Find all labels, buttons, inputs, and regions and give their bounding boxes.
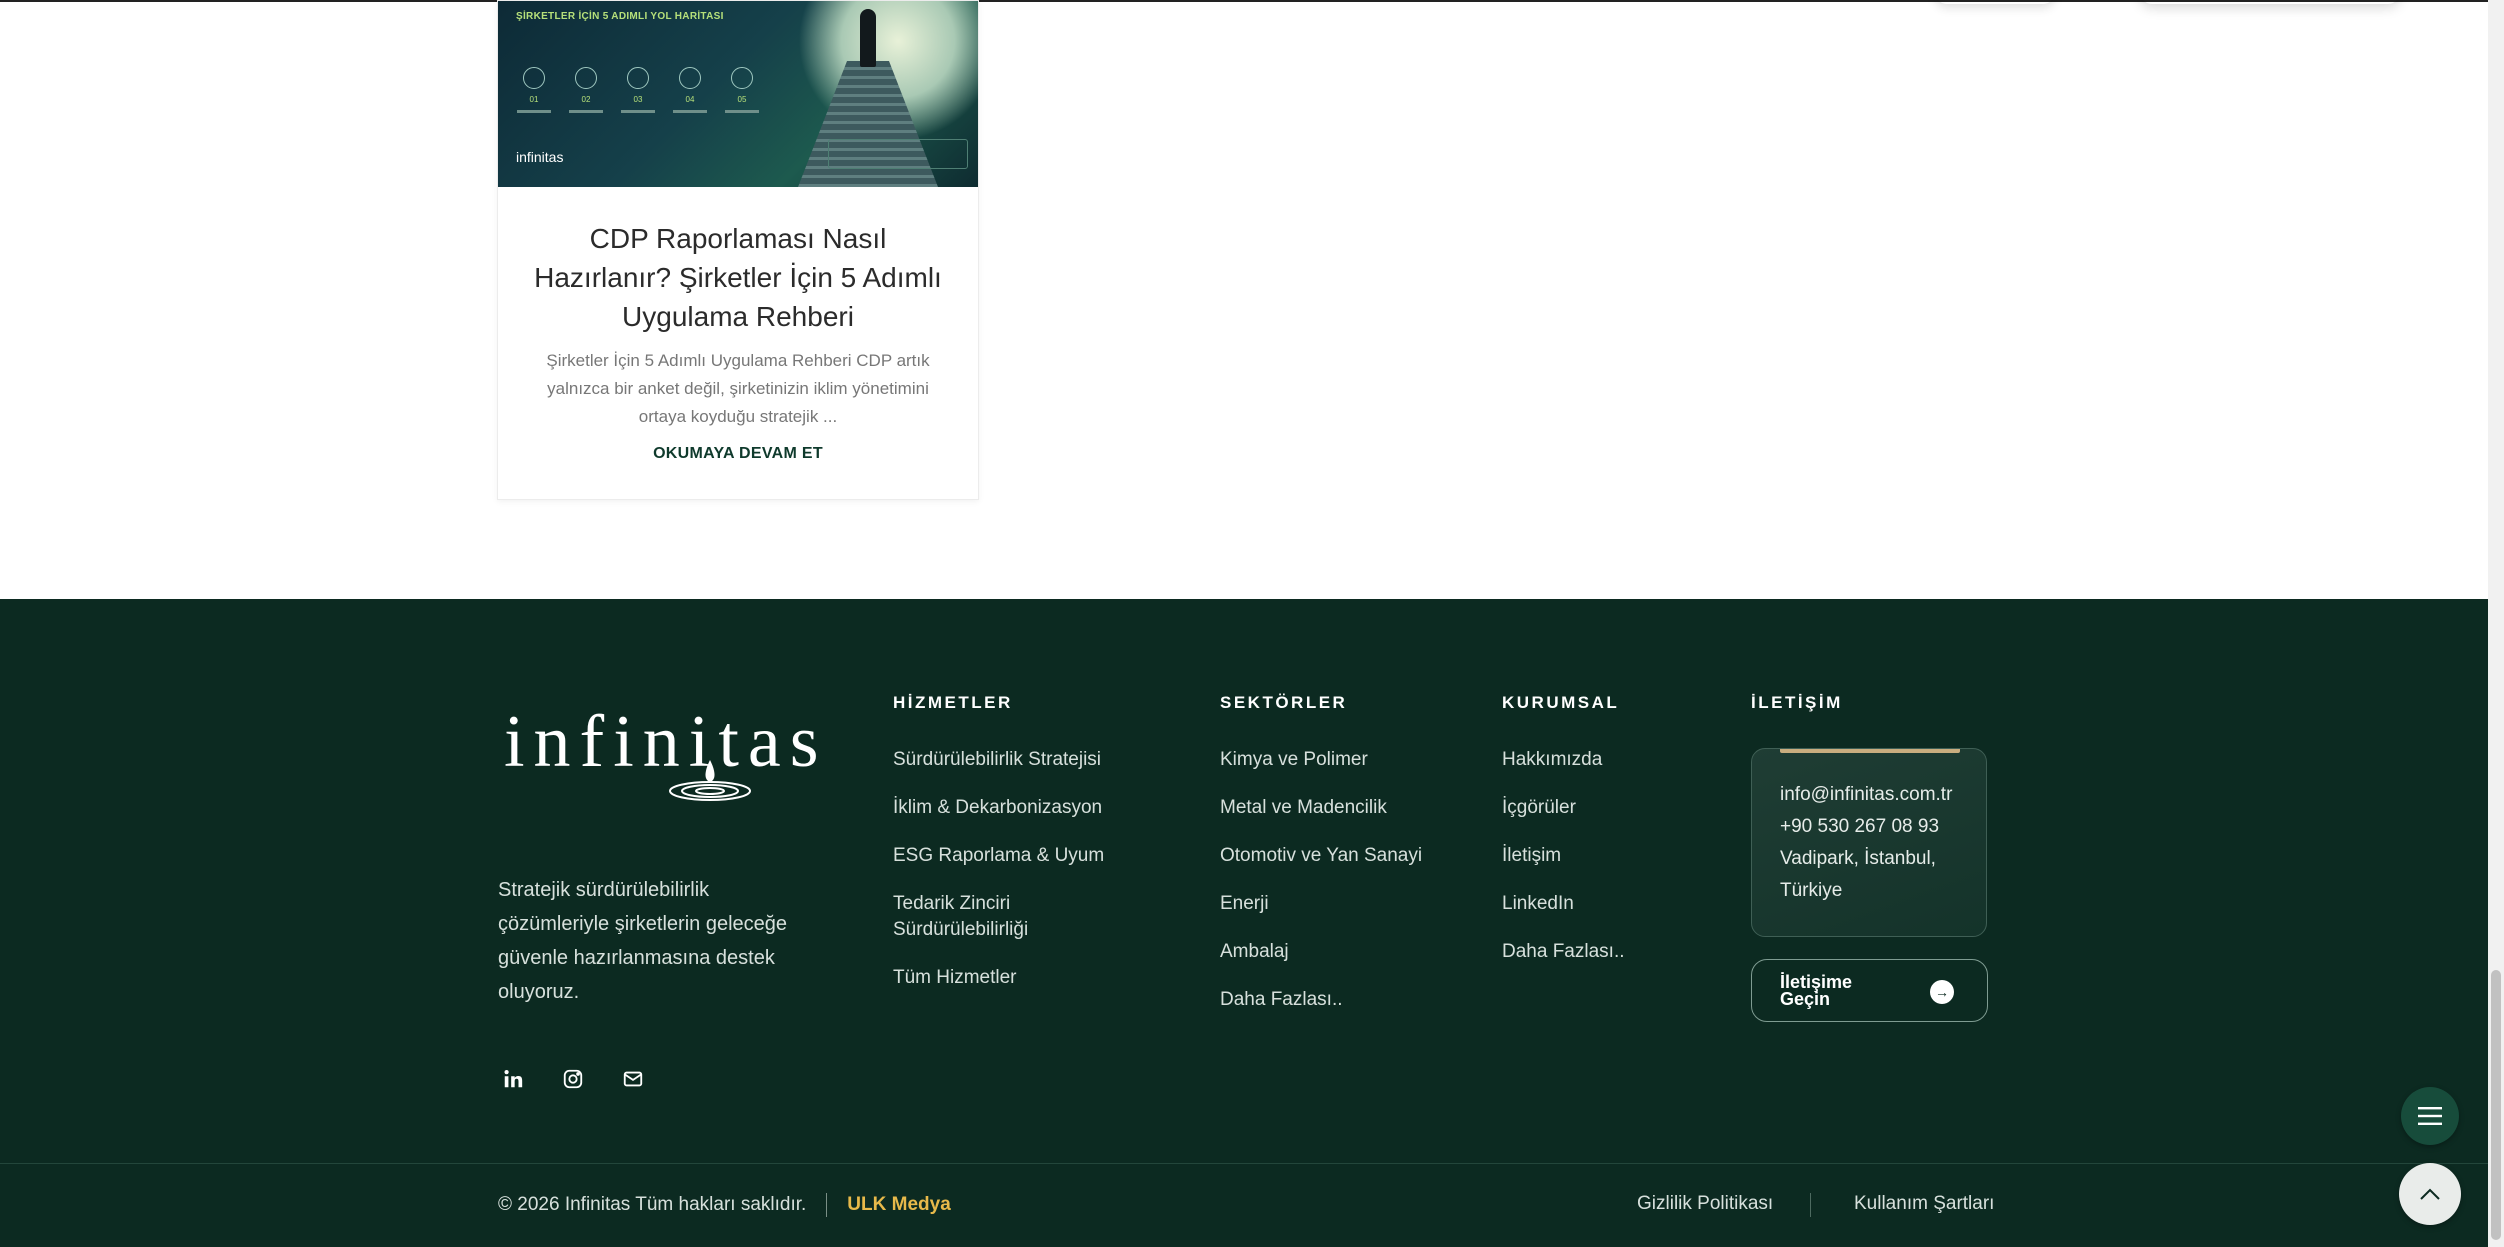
step-number: 01	[529, 95, 539, 104]
copyright-bar: © 2026 Infinitas Tüm hakları saklıdır. U…	[498, 1193, 951, 1217]
contact-email[interactable]: info@infinitas.com.tr	[1780, 779, 1952, 811]
step-number: 05	[737, 95, 747, 104]
step-number: 03	[633, 95, 643, 104]
mail-icon[interactable]	[618, 1064, 648, 1094]
corporate-link[interactable]: Daha Fazlası..	[1502, 939, 1702, 965]
blog-card-image[interactable]: ŞİRKETLER İÇİN 5 ADIMLI YOL HARİTASI 01 …	[498, 1, 978, 187]
instagram-icon[interactable]	[558, 1064, 588, 1094]
menu-button[interactable]	[2401, 1087, 2459, 1145]
people-icon	[627, 67, 649, 89]
image-steps: 01 02 03 04 05	[512, 67, 764, 113]
step-line	[673, 110, 707, 113]
search-icon	[523, 67, 545, 89]
services-link[interactable]: İklim & Dekarbonizasyon	[893, 795, 1153, 821]
corporate-link[interactable]: İletişim	[1502, 843, 1702, 869]
copyright-text: © 2026 Infinitas Tüm hakları saklıdır.	[498, 1194, 807, 1215]
water-drop-icon	[669, 760, 751, 801]
clipboard-icon	[575, 67, 597, 89]
sectors-link[interactable]: Metal ve Madencilik	[1220, 795, 1480, 821]
sectors-link[interactable]: Ambalaj	[1220, 939, 1480, 965]
sectors-list: Kimya ve Polimer Metal ve Madencilik Oto…	[1220, 747, 1480, 1035]
header-button-shadow	[1935, 0, 2055, 4]
footer-divider	[0, 1163, 2488, 1164]
contact-button-label: İletişime Geçin	[1780, 971, 1853, 1009]
services-list: Sürdürülebilirlik Stratejisi İklim & Dek…	[893, 747, 1153, 1013]
blog-section: ŞİRKETLER İÇİN 5 ADIMLI YOL HARİTASI 01 …	[0, 0, 2488, 599]
corporate-link[interactable]: LinkedIn	[1502, 891, 1702, 917]
contact-phone[interactable]: +90 530 267 08 93	[1780, 811, 1952, 843]
hamburger-icon	[2418, 1107, 2442, 1125]
step-line	[725, 110, 759, 113]
corporate-link[interactable]: Hakkımızda	[1502, 747, 1702, 773]
social-links	[498, 1064, 648, 1094]
contact-address-line2: Türkiye	[1780, 880, 1843, 901]
contact-card-accent	[1780, 749, 1960, 753]
header-bottom-border	[0, 0, 2488, 2]
step-line	[569, 110, 603, 113]
contact-heading: İLETİŞİM	[1751, 693, 1843, 712]
contact-details: info@infinitas.com.tr +90 530 267 08 93 …	[1780, 779, 1952, 907]
contact-button[interactable]: İletişime Geçin →	[1751, 959, 1988, 1022]
agency-link[interactable]: ULK Medya	[847, 1194, 950, 1216]
image-info-box	[828, 139, 968, 169]
privacy-policy-link[interactable]: Gizlilik Politikası	[1637, 1193, 1773, 1215]
step-line	[621, 110, 655, 113]
trophy-icon	[679, 67, 701, 89]
sectors-heading: SEKTÖRLER	[1220, 693, 1348, 712]
scroll-to-top-button[interactable]	[2399, 1163, 2461, 1225]
image-step: 03	[616, 67, 660, 113]
step-number: 02	[581, 95, 591, 104]
arrow-right-icon: →	[1930, 980, 1954, 1004]
image-person	[860, 9, 876, 67]
footer-logo[interactable]: infinitas	[504, 700, 824, 810]
linkedin-icon[interactable]	[498, 1064, 528, 1094]
sectors-link[interactable]: Kimya ve Polimer	[1220, 747, 1480, 773]
services-link[interactable]: Tedarik Zinciri Sürdürülebilirliği	[893, 891, 1093, 943]
legal-separator	[1810, 1193, 1811, 1217]
footer-tagline: Stratejik sürdürülebilirlik çözümleriyle…	[498, 879, 788, 1003]
corporate-list: Hakkımızda İçgörüler İletişim LinkedIn D…	[1502, 747, 1702, 987]
header-cta-shadow	[2140, 0, 2400, 4]
image-heading: ŞİRKETLER İÇİN 5 ADIMLI YOL HARİTASI	[516, 11, 724, 22]
services-link[interactable]: Sürdürülebilirlik Stratejisi	[893, 747, 1153, 773]
corporate-link[interactable]: İçgörüler	[1502, 795, 1702, 821]
scrollbar-thumb[interactable]	[2491, 970, 2501, 1240]
services-link[interactable]: ESG Raporlama & Uyum	[893, 843, 1153, 869]
step-number: 04	[685, 95, 695, 104]
corporate-heading: KURUMSAL	[1502, 693, 1620, 712]
contact-card: info@infinitas.com.tr +90 530 267 08 93 …	[1751, 748, 1987, 937]
contact-address-line1: Vadipark, İstanbul,	[1780, 848, 1936, 869]
chevron-up-icon	[2420, 1188, 2440, 1200]
terms-link[interactable]: Kullanım Şartları	[1854, 1193, 1994, 1215]
image-step: 01	[512, 67, 556, 113]
read-more-link[interactable]: OKUMAYA DEVAM ET	[498, 445, 978, 463]
image-step: 04	[668, 67, 712, 113]
blog-card-excerpt: Şirketler İçin 5 Adımlı Uygulama Rehberi…	[546, 351, 930, 426]
image-step: 05	[720, 67, 764, 113]
services-link[interactable]: Tüm Hizmetler	[893, 965, 1153, 991]
image-brand: infinitas	[516, 149, 564, 165]
sectors-link[interactable]: Daha Fazlası..	[1220, 987, 1480, 1013]
services-heading: HİZMETLER	[893, 693, 1013, 712]
sectors-link[interactable]: Otomotiv ve Yan Sanayi	[1220, 843, 1480, 869]
image-step: 02	[564, 67, 608, 113]
blog-card-title[interactable]: CDP Raporlaması Nasıl Hazırlanır? Şirket…	[518, 219, 958, 336]
step-line	[517, 110, 551, 113]
copyright-separator	[826, 1193, 828, 1217]
shield-icon	[731, 67, 753, 89]
blog-card[interactable]: ŞİRKETLER İÇİN 5 ADIMLI YOL HARİTASI 01 …	[497, 0, 979, 500]
sectors-link[interactable]: Enerji	[1220, 891, 1480, 917]
